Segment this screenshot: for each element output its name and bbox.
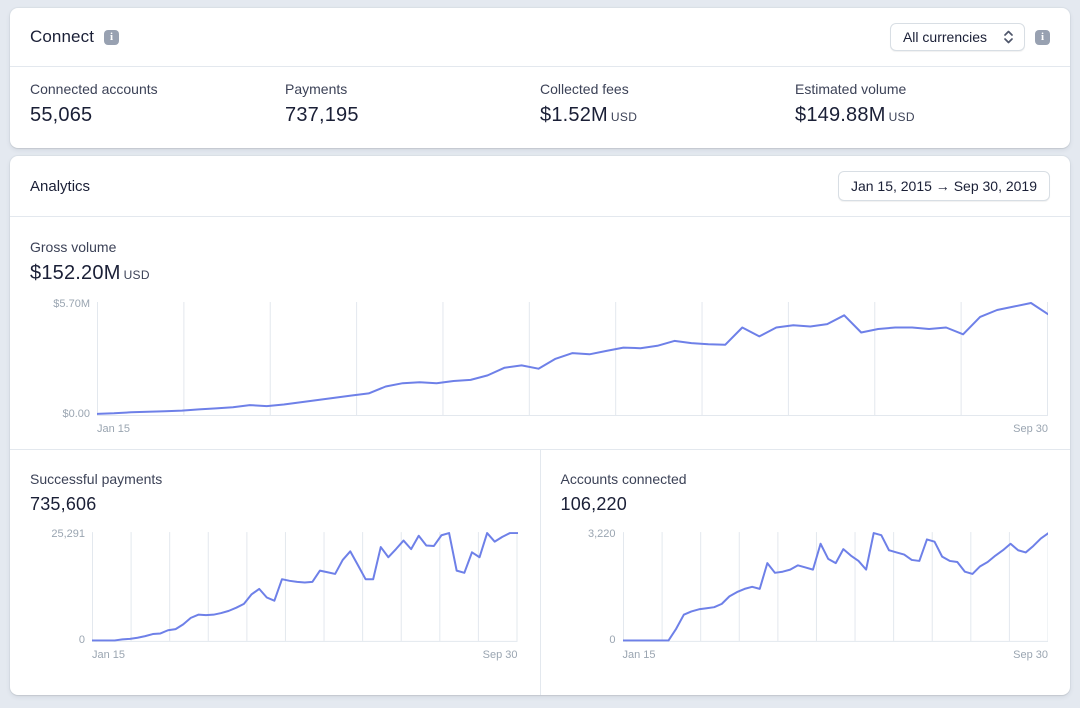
currency-unit: USD [611, 110, 637, 124]
stat-label: Collected fees [540, 81, 795, 97]
chart-title: Gross volume [30, 239, 1048, 255]
x-axis-start-label: Jan 15 [623, 649, 656, 661]
chart-total: $152.20MUSD [30, 262, 1048, 285]
line-chart[interactable] [92, 532, 518, 642]
info-icon[interactable]: i [1035, 30, 1050, 45]
currency-select-value: All currencies [903, 29, 987, 45]
y-axis-labels: 25,291 0 [30, 532, 92, 642]
stat-estimated-volume: Estimated volume $149.88MUSD [795, 81, 1050, 127]
analytics-card-header: Analytics Jan 15, 2015 → Sep 30, 2019 [10, 156, 1070, 217]
x-axis-labels: Jan 15 Sep 30 [623, 649, 1049, 661]
stat-label: Estimated volume [795, 81, 1050, 97]
y-axis-min-label: $0.00 [62, 408, 90, 420]
gross-volume-chart[interactable] [97, 302, 1048, 416]
x-axis-labels: Jan 15 Sep 30 [97, 423, 1048, 435]
stat-collected-fees: Collected fees $1.52MUSD [540, 81, 795, 127]
stats-row: Connected accounts 55,065 Payments 737,1… [10, 67, 1070, 148]
x-axis-end-label: Sep 30 [483, 649, 518, 661]
x-axis-labels: Jan 15 Sep 30 [92, 649, 518, 661]
x-axis-end-label: Sep 30 [1013, 649, 1048, 661]
info-icon[interactable]: i [104, 30, 119, 45]
x-axis-start-label: Jan 15 [92, 649, 125, 661]
select-caret-icon [1003, 30, 1014, 44]
y-axis-min-label: 0 [609, 634, 615, 646]
chart-total: 735,606 [30, 494, 518, 515]
gross-volume-section: Gross volume $152.20MUSD $5.70M $0.00 Ja… [10, 217, 1070, 449]
currency-unit: USD [124, 268, 150, 282]
page-title: Connect [30, 27, 94, 47]
successful-payments-chart[interactable] [92, 532, 518, 642]
y-axis-min-label: 0 [79, 634, 85, 646]
stat-value: $149.88MUSD [795, 104, 1050, 127]
dashboard-page: Connect i All currencies i Conne [0, 0, 1080, 703]
bottom-charts-row: Successful payments 735,606 25,291 0 Jan… [10, 449, 1070, 695]
accounts-connected-section: Accounts connected 106,220 3,220 0 Jan 1… [540, 450, 1071, 695]
chart-title: Accounts connected [561, 471, 1049, 487]
stat-value: 737,195 [285, 104, 540, 127]
y-axis-max-label: $5.70M [53, 298, 90, 310]
accounts-connected-chart[interactable] [623, 532, 1049, 642]
stat-label: Payments [285, 81, 540, 97]
stat-payments: Payments 737,195 [285, 81, 540, 127]
currency-select[interactable]: All currencies [890, 23, 1025, 51]
stat-connected-accounts: Connected accounts 55,065 [30, 81, 285, 127]
chart-title: Successful payments [30, 471, 518, 487]
x-axis-end-label: Sep 30 [1013, 423, 1048, 435]
y-axis-max-label: 3,220 [588, 528, 616, 540]
successful-payments-section: Successful payments 735,606 25,291 0 Jan… [10, 450, 540, 695]
y-axis-max-label: 25,291 [51, 528, 85, 540]
connect-card: Connect i All currencies i Conne [10, 8, 1070, 148]
date-range-button[interactable]: Jan 15, 2015 → Sep 30, 2019 [838, 171, 1050, 201]
line-chart[interactable] [97, 302, 1048, 416]
currency-unit: USD [889, 110, 915, 124]
analytics-card: Analytics Jan 15, 2015 → Sep 30, 2019 Gr… [10, 156, 1070, 695]
stat-label: Connected accounts [30, 81, 285, 97]
connect-card-header: Connect i All currencies i [10, 8, 1070, 67]
chart-total: 106,220 [561, 494, 1049, 515]
x-axis-start-label: Jan 15 [97, 423, 130, 435]
line-chart[interactable] [623, 532, 1049, 642]
y-axis-labels: 3,220 0 [561, 532, 623, 642]
section-title: Analytics [30, 178, 90, 195]
y-axis-labels: $5.70M $0.00 [30, 302, 97, 416]
stat-value: $1.52MUSD [540, 104, 795, 127]
stat-value: 55,065 [30, 104, 285, 127]
